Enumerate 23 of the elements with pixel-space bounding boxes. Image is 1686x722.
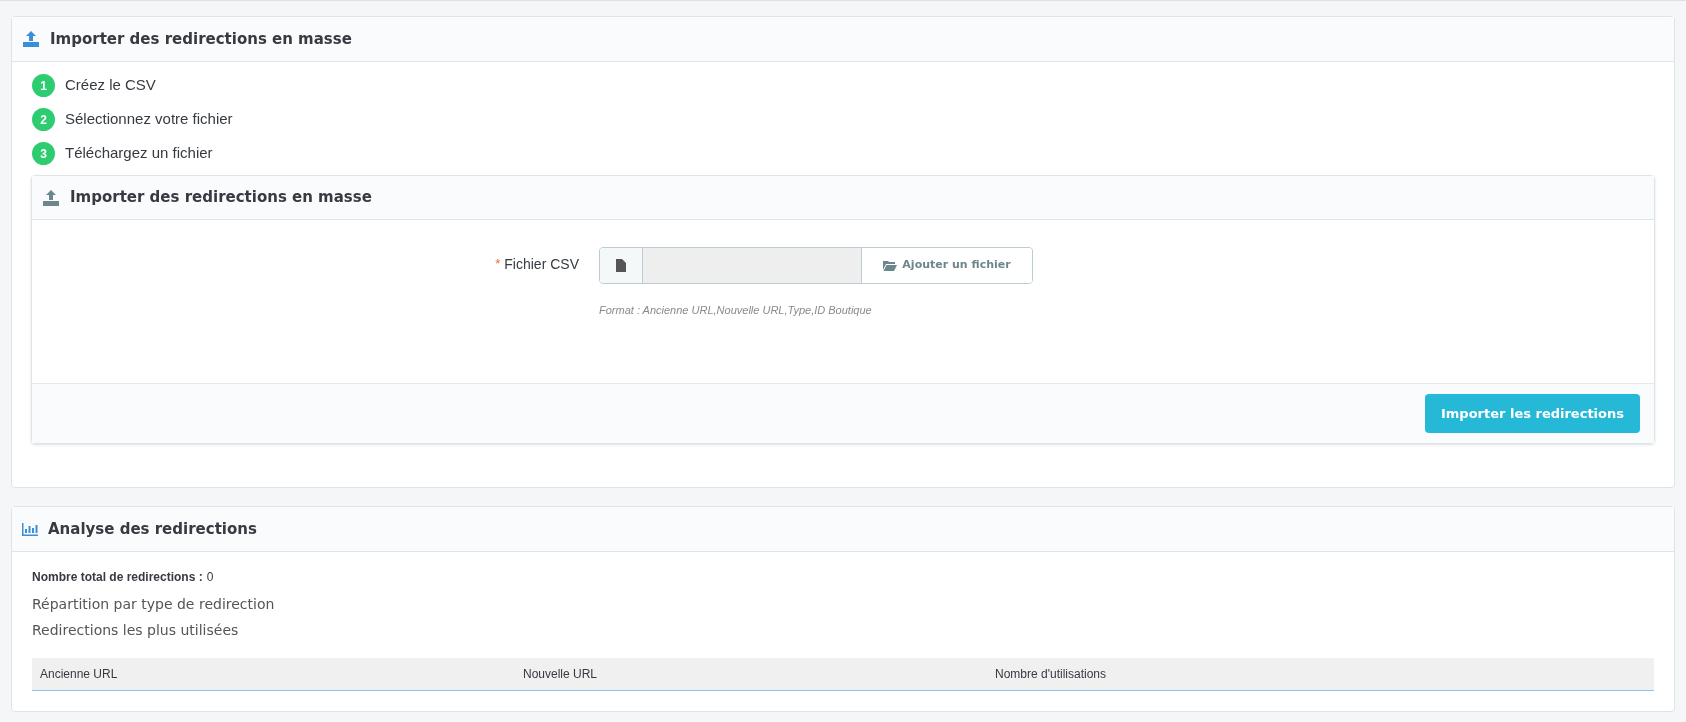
column-header: Nombre d'utilisations — [995, 667, 1106, 681]
import-button[interactable]: Importer les redirections — [1424, 394, 1640, 433]
total-value: 0 — [206, 569, 214, 586]
step-number: 3 — [32, 142, 55, 165]
field-label: Fichier CSV — [504, 255, 579, 274]
required-mark: * — [495, 255, 501, 273]
step-label: Téléchargez un fichier — [65, 143, 213, 164]
form-title: Importer des redirections en masse — [70, 187, 372, 209]
bar-chart-icon — [22, 522, 38, 536]
upload-icon — [42, 189, 60, 206]
column-header: Ancienne URL — [40, 667, 118, 681]
section-heading: Redirections les plus utilisées — [32, 621, 240, 640]
help-text: Format : Ancienne URL,Nouvelle URL,Type,ID Boutique — [599, 303, 873, 318]
section-heading: Répartition par type de redirection — [32, 595, 276, 614]
total-label: Nombre total de redirections : — [32, 569, 203, 586]
panel-title: Analyse des redirections — [48, 518, 257, 540]
step-number: 2 — [32, 108, 55, 131]
step-label: Créez le CSV — [65, 75, 156, 96]
column-header: Nouvelle URL — [523, 667, 598, 681]
step-number: 1 — [32, 74, 55, 97]
upload-icon — [22, 31, 40, 47]
step-label: Sélectionnez votre fichier — [65, 109, 233, 130]
panel-title: Importer des redirections en masse — [50, 28, 352, 50]
